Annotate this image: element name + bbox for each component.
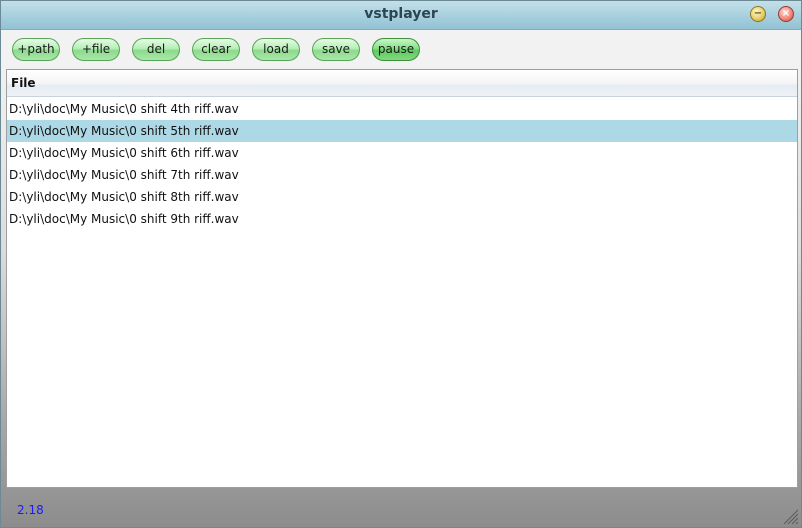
close-icon: × — [781, 8, 791, 19]
close-button[interactable]: × — [778, 6, 794, 22]
toolbar: +path +file del clear load save pause — [1, 30, 801, 68]
app-window: vstplayer − × +path +file del clear load… — [0, 0, 802, 528]
version-label: 2.18 — [17, 503, 44, 517]
file-list-rows: D:\yli\doc\My Music\0 shift 4th riff.wav… — [7, 98, 797, 230]
list-item-selected[interactable]: D:\yli\doc\My Music\0 shift 5th riff.wav — [7, 120, 797, 142]
list-item[interactable]: D:\yli\doc\My Music\0 shift 4th riff.wav — [7, 98, 797, 120]
window-title: vstplayer — [364, 6, 438, 22]
clear-button[interactable]: clear — [192, 38, 240, 61]
title-bar[interactable]: vstplayer − × — [1, 1, 801, 30]
column-header-label: File — [11, 76, 36, 90]
load-button[interactable]: load — [252, 38, 300, 61]
list-item[interactable]: D:\yli\doc\My Music\0 shift 8th riff.wav — [7, 186, 797, 208]
list-item[interactable]: D:\yli\doc\My Music\0 shift 7th riff.wav — [7, 164, 797, 186]
add-path-button[interactable]: +path — [12, 38, 60, 61]
delete-button[interactable]: del — [132, 38, 180, 61]
add-file-button[interactable]: +file — [72, 38, 120, 61]
list-item[interactable]: D:\yli\doc\My Music\0 shift 6th riff.wav — [7, 142, 797, 164]
column-header-file[interactable]: File — [7, 70, 797, 97]
resize-grip-icon[interactable] — [781, 507, 799, 525]
file-list[interactable]: File D:\yli\doc\My Music\0 shift 4th rif… — [6, 69, 798, 488]
list-item[interactable]: D:\yli\doc\My Music\0 shift 9th riff.wav — [7, 208, 797, 230]
pause-button[interactable]: pause — [372, 38, 420, 61]
minimize-icon: − — [753, 8, 763, 19]
save-button[interactable]: save — [312, 38, 360, 61]
minimize-button[interactable]: − — [750, 6, 766, 22]
